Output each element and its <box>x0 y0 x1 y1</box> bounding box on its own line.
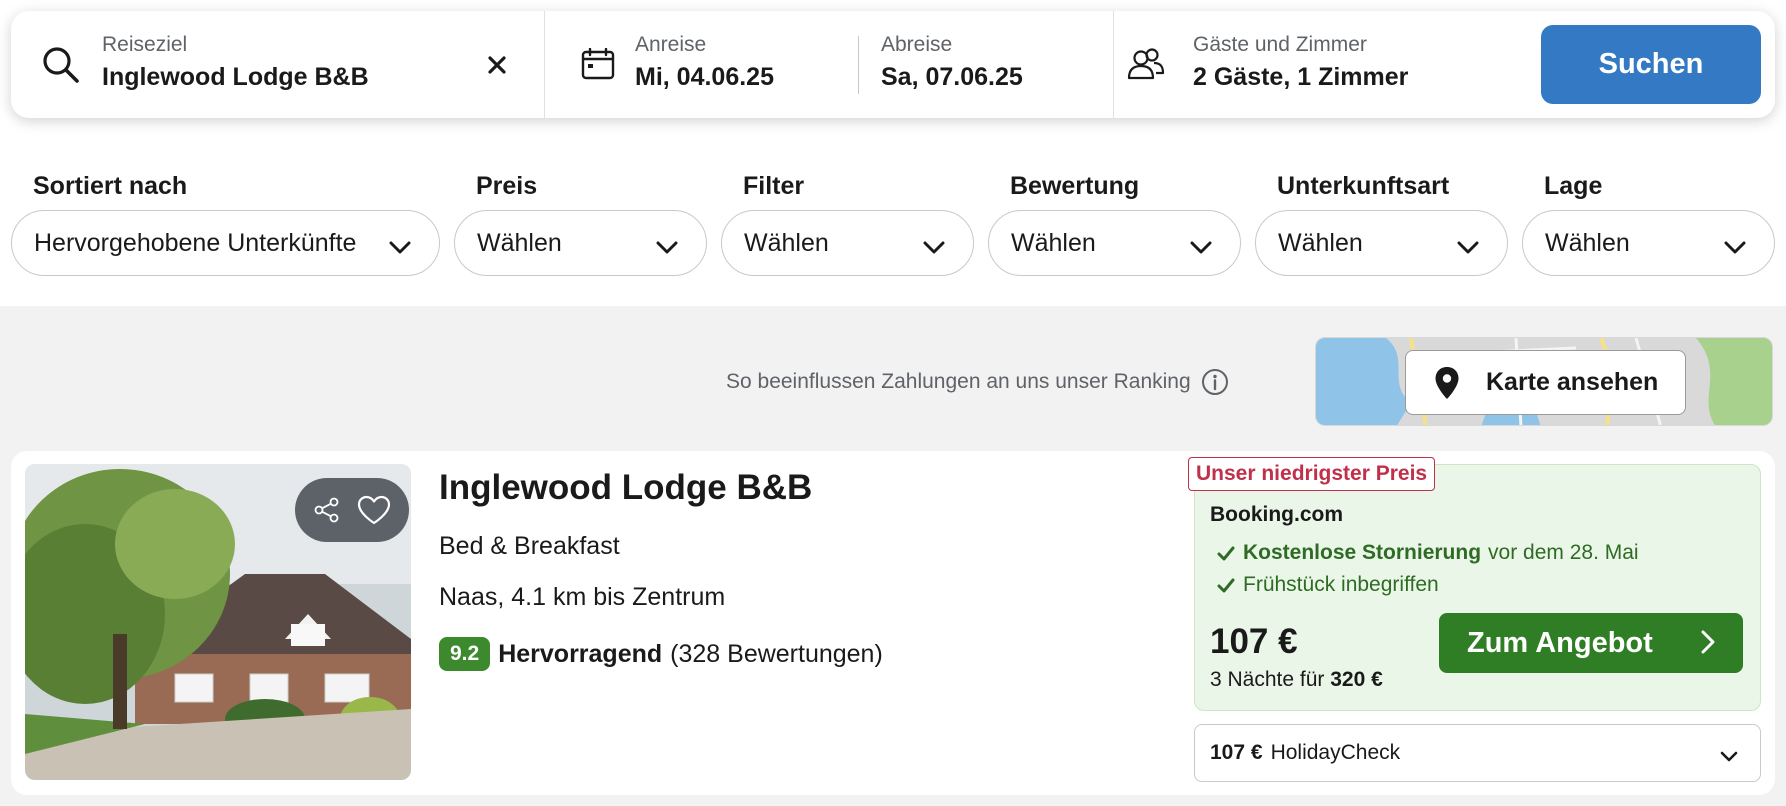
share-icon[interactable] <box>313 496 341 524</box>
chevron-down-icon <box>1190 233 1212 262</box>
chevron-down-icon <box>389 233 411 262</box>
filter-value: Wählen <box>744 228 829 257</box>
filter-location: Lage <box>1544 172 1602 204</box>
offer-provider: Booking.com <box>1210 503 1344 526</box>
checkout-label: Abreise <box>881 33 953 56</box>
rating-value: Wählen <box>1011 228 1096 257</box>
filter-sort: Sortiert nach <box>33 172 187 204</box>
filter-rating: Bewertung <box>1010 172 1139 204</box>
perk-detail: vor dem 28. Mai <box>1488 541 1639 564</box>
perk-text: Frühstück inbegriffen <box>1243 573 1439 596</box>
perk-breakfast: Frühstück inbegriffen <box>1217 573 1439 597</box>
chevron-right-icon <box>1701 630 1715 654</box>
alt-provider: HolidayCheck <box>1270 741 1401 764</box>
search-icon <box>41 45 81 90</box>
info-icon <box>1201 368 1229 396</box>
check-icon <box>1217 546 1235 561</box>
rating-count: (328 Bewertungen) <box>670 639 883 668</box>
ranking-info-link[interactable]: So beeinflussen Zahlungen an uns unser R… <box>726 368 1229 396</box>
filter-accommodation: Unterkunftsart <box>1277 172 1449 204</box>
destination-label: Reiseziel <box>102 33 188 56</box>
alt-price: 107 € <box>1210 741 1263 764</box>
sort-value: Hervorgehobene Unterkünfte <box>34 228 357 257</box>
check-icon <box>1217 578 1235 593</box>
total-price: 320 € <box>1330 668 1383 691</box>
checkin-label: Anreise <box>635 33 707 56</box>
price-total: 3 Nächte für 320 € <box>1210 668 1383 692</box>
close-icon <box>488 56 506 74</box>
hotel-result-card[interactable]: Inglewood Lodge B&B Bed & Breakfast Naas… <box>11 451 1775 795</box>
filter-label: Bewertung <box>1010 172 1140 200</box>
filter-label: Filter <box>743 172 805 200</box>
accommodation-value: Wählen <box>1278 228 1363 257</box>
sort-select[interactable]: Hervorgehobene Unterkünfte <box>11 210 440 276</box>
dates-segment[interactable]: Anreise Mi, 04.06.25 Abreise Sa, 07.06.2… <box>545 11 1113 118</box>
filter-filter: Filter <box>743 172 804 204</box>
chevron-down-icon <box>656 233 678 262</box>
filter-label: Sortiert nach <box>33 172 188 200</box>
chevron-down-icon <box>923 233 945 262</box>
location-select[interactable]: Wählen <box>1522 210 1775 276</box>
accommodation-select[interactable]: Wählen <box>1255 210 1508 276</box>
ranking-note-text: So beeinflussen Zahlungen an uns unser R… <box>726 370 1191 393</box>
clear-destination-button[interactable] <box>479 47 515 83</box>
checkout-date[interactable]: Sa, 07.06.25 <box>881 63 1023 92</box>
rating-select[interactable]: Wählen <box>988 210 1241 276</box>
search-bar: Reiseziel Inglewood Lodge B&B Anreise Mi… <box>11 11 1775 118</box>
chevron-down-icon <box>1457 233 1479 262</box>
hotel-location: Naas, 4.1 km bis Zentrum <box>439 583 726 611</box>
rating-row[interactable]: 9.2 Hervorragend (328 Bewertungen) <box>439 637 883 671</box>
destination-segment[interactable]: Reiseziel Inglewood Lodge B&B <box>11 11 544 118</box>
view-map-button[interactable]: Karte ansehen <box>1405 350 1686 415</box>
checkin-date[interactable]: Mi, 04.06.25 <box>635 63 774 92</box>
perk-free-cancellation: Kostenlose Stornierung vor dem 28. Mai <box>1217 541 1639 565</box>
filter-label: Unterkunftsart <box>1277 172 1450 200</box>
nights-text: 3 Nächte für <box>1210 668 1325 691</box>
score-badge: 9.2 <box>439 637 491 671</box>
guests-segment[interactable]: Gäste und Zimmer 2 Gäste, 1 Zimmer <box>1114 11 1534 118</box>
view-map-label: Karte ansehen <box>1486 368 1659 396</box>
chevron-down-icon <box>1720 745 1738 769</box>
filter-label: Preis <box>476 172 538 200</box>
rating-word: Hervorragend <box>498 639 663 668</box>
date-divider <box>858 36 859 94</box>
top-band: Reiseziel Inglewood Lodge B&B Anreise Mi… <box>0 0 1786 306</box>
hotel-title[interactable]: Inglewood Lodge B&B <box>439 468 812 508</box>
search-button[interactable]: Suchen <box>1541 25 1761 104</box>
lowest-price-badge: Unser niedrigster Preis <box>1188 457 1436 491</box>
view-deal-button[interactable]: Zum Angebot <box>1439 613 1743 673</box>
map-pin-icon <box>1434 366 1460 400</box>
hotel-photo[interactable] <box>25 464 411 780</box>
perk-bold: Kostenlose Stornierung <box>1243 541 1482 564</box>
photo-actions <box>295 478 409 542</box>
guests-label: Gäste und Zimmer <box>1193 33 1367 56</box>
price-per-night: 107 € <box>1210 622 1298 661</box>
guests-value[interactable]: 2 Gäste, 1 Zimmer <box>1193 63 1408 92</box>
heart-icon[interactable] <box>357 495 391 525</box>
price-value: Wählen <box>477 228 562 257</box>
view-deal-label: Zum Angebot <box>1467 626 1653 659</box>
calendar-icon <box>581 47 615 85</box>
filter-select[interactable]: Wählen <box>721 210 974 276</box>
hotel-type: Bed & Breakfast <box>439 532 620 560</box>
filter-label: Lage <box>1544 172 1603 200</box>
price-select[interactable]: Wählen <box>454 210 707 276</box>
alternative-offer-dropdown[interactable]: 107 € HolidayCheck <box>1194 724 1761 782</box>
location-value: Wählen <box>1545 228 1630 257</box>
people-icon <box>1126 47 1166 86</box>
chevron-down-icon <box>1724 233 1746 262</box>
filter-price: Preis <box>476 172 537 204</box>
destination-input[interactable]: Inglewood Lodge B&B <box>102 63 369 92</box>
